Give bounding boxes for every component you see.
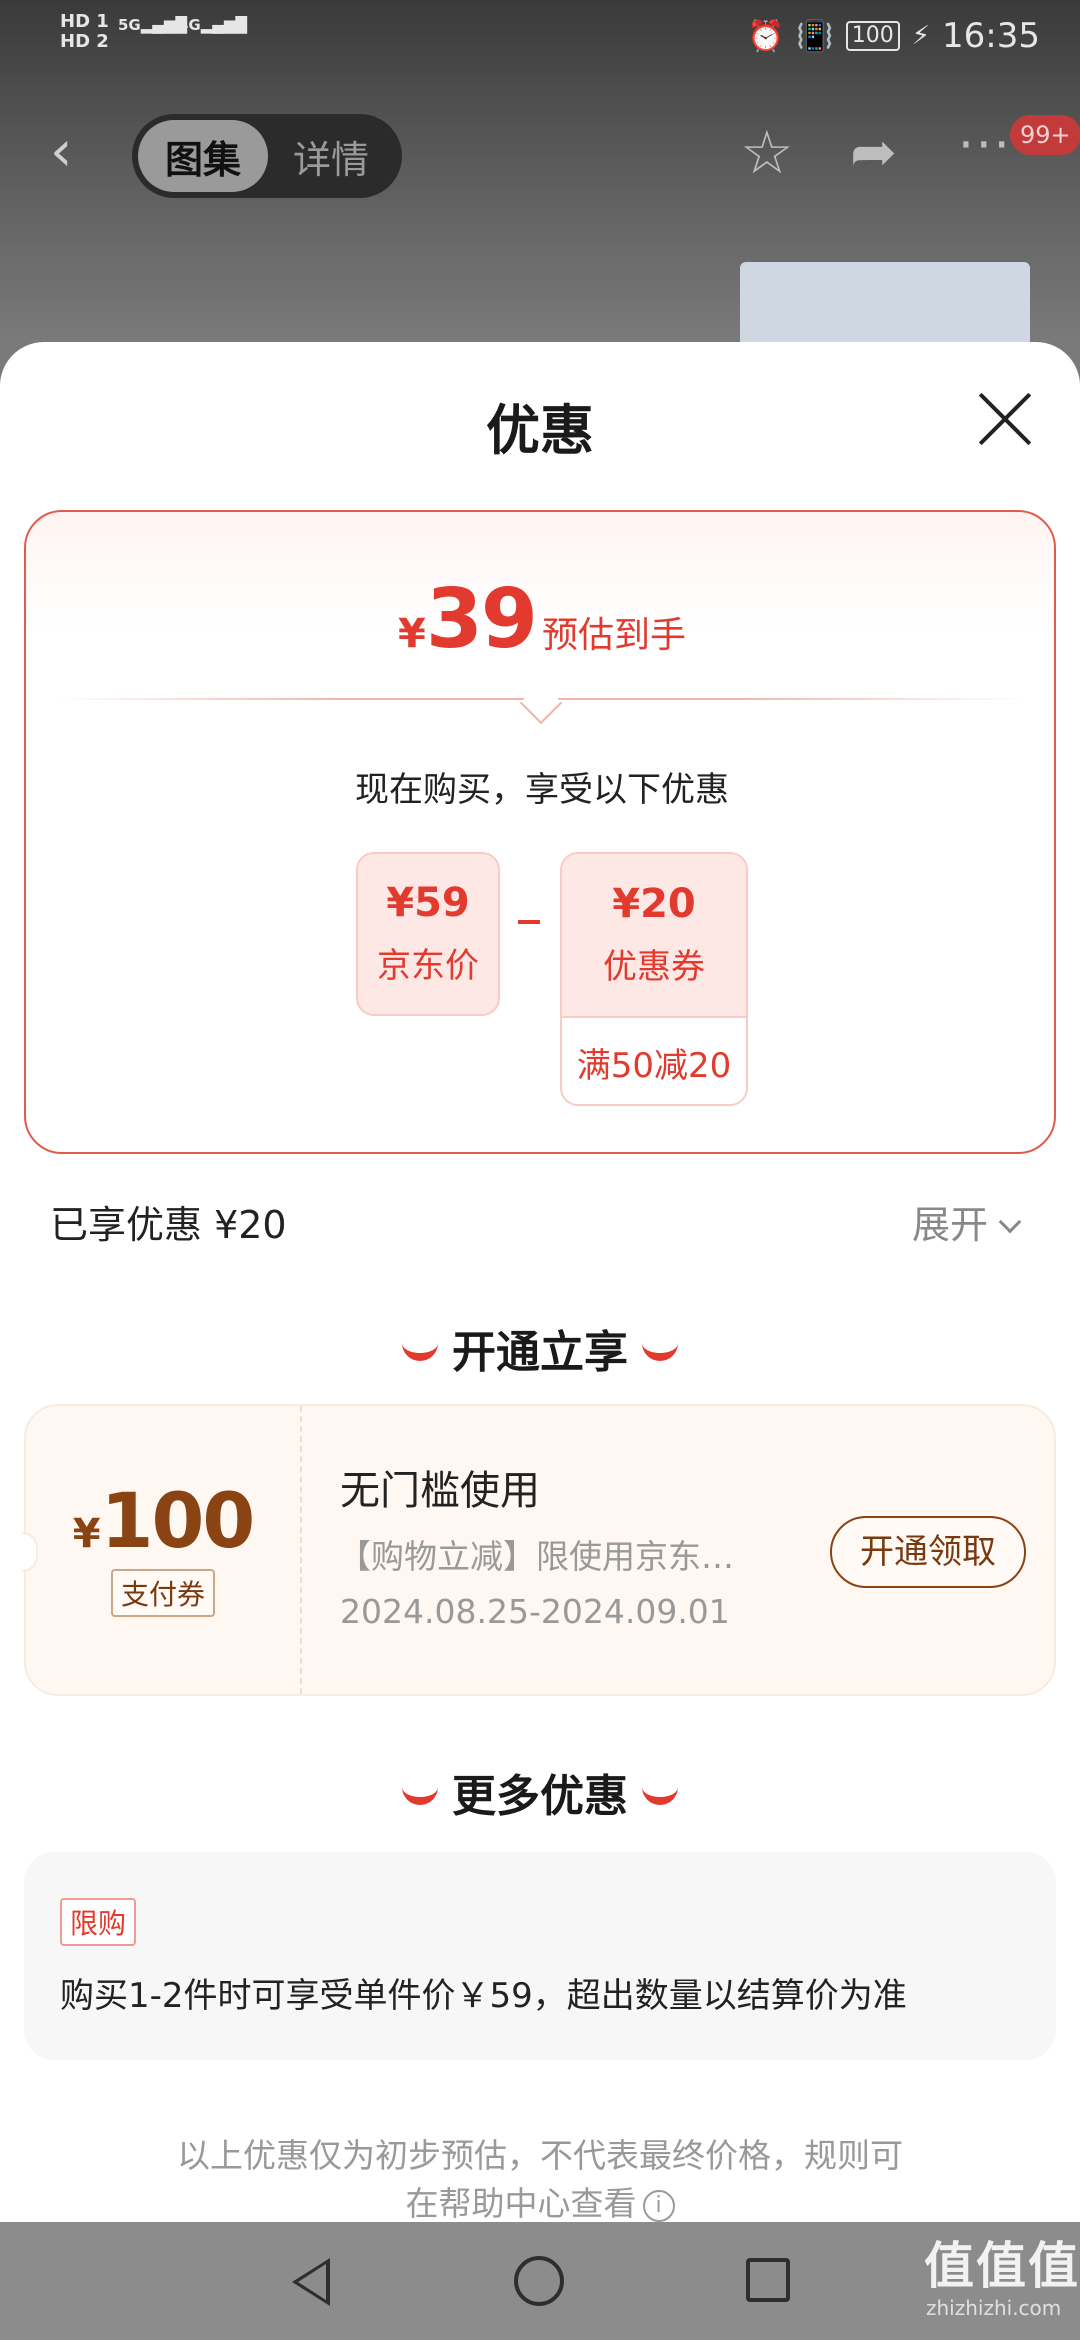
- coupon-amount: ¥20: [612, 881, 696, 927]
- nav-recent-icon[interactable]: [746, 2258, 790, 2302]
- vip-coupon-dates: 2024.08.25-2024.09.01: [340, 1592, 730, 1631]
- favorite-star-icon[interactable]: ☆: [740, 118, 794, 188]
- charging-icon: ⚡: [911, 21, 931, 51]
- help-center-link[interactable]: 在帮助中心查看: [406, 2184, 637, 2222]
- signal-5g-icon: 5G▂▄▆█: [118, 16, 187, 34]
- signal-4g-icon: 4G▂▄▆█: [178, 16, 247, 34]
- battery-icon: 100: [845, 21, 900, 51]
- coupon-box: ¥20 优惠券 满50减20: [560, 852, 748, 1106]
- vip-coupon-title: 无门槛使用: [340, 1468, 540, 1514]
- limit-text: 购买1-2件时可享受单件价￥59，超出数量以结算价为准: [60, 1976, 907, 2016]
- product-top-bar: ‹ 图集 详情 ☆ ➦ ··· 99+: [0, 110, 1080, 200]
- clock: 16:35: [942, 16, 1040, 56]
- tab-details[interactable]: 详情: [268, 129, 394, 184]
- expand-label: 展开: [912, 1203, 989, 1247]
- purchase-limit-card: 限购 购买1-2件时可享受单件价￥59，超出数量以结算价为准: [24, 1852, 1056, 2060]
- disclaimer-line1: 以上优惠仅为初步预估，不代表最终价格，规则可: [177, 2136, 903, 2175]
- hd2-indicator: HD 2: [60, 31, 109, 52]
- watermark: 值值值: [924, 2237, 1080, 2295]
- coupon-caption: 优惠券: [603, 947, 705, 987]
- buy-now-text: 现在购买，享受以下优惠: [355, 770, 729, 810]
- hd1-indicator: HD 1: [60, 11, 109, 32]
- enjoyed-discount: 已享优惠 ¥20: [50, 1203, 287, 1247]
- discount-sheet: 优惠 ¥39 预估到手 现在购买，享受以下优惠 ¥59 京东价 ¥20 优惠券 满…: [0, 342, 1080, 2222]
- section-more-header: 更多优惠: [0, 1760, 1080, 1824]
- pay-coupon-tag: 支付券: [110, 1569, 215, 1617]
- alarm-icon: ⏰: [747, 18, 785, 54]
- minus-sign: [518, 920, 540, 924]
- smile-icon: [402, 1787, 438, 1805]
- system-nav-bar: [0, 2222, 1080, 2340]
- nav-home-icon[interactable]: [514, 2256, 564, 2306]
- network-indicators: HD 1 HD 2: [60, 12, 115, 52]
- coupon-condition: 满50减20: [576, 1046, 732, 1086]
- vip-coupon-card: ¥100 支付券 无门槛使用 【购物立减】限使用京东… 2024.08.25-2…: [22, 1404, 1056, 1696]
- smile-icon: [642, 1343, 678, 1361]
- vip-coupon-amount: 100: [100, 1476, 256, 1565]
- share-icon[interactable]: ➦: [850, 118, 897, 188]
- watermark-url: zhizhizhi.com: [926, 2296, 1062, 2320]
- vibrate-icon: 📳: [796, 18, 834, 54]
- chevron-down-icon: [998, 1210, 1022, 1234]
- smile-icon: [642, 1787, 678, 1805]
- status-bar: HD 1 HD 2 5G▂▄▆█ 4G▂▄▆█ ⏰ 📳 100 ⚡ 16:35: [0, 0, 1080, 80]
- sheet-title: 优惠: [486, 399, 594, 462]
- more-dots-icon[interactable]: ···: [958, 110, 1012, 180]
- currency-symbol: ¥: [398, 611, 426, 657]
- gallery-details-switch: 图集 详情: [132, 114, 402, 198]
- nav-back-icon[interactable]: [292, 2258, 330, 2306]
- jd-price-caption: 京东价: [377, 946, 479, 986]
- open-claim-button[interactable]: 开通领取: [830, 1516, 1026, 1588]
- vip-coupon-value: ¥100 支付券: [26, 1406, 302, 1694]
- estimated-price-label: 预估到手: [541, 615, 686, 656]
- estimated-price: ¥39 预估到手: [26, 572, 1058, 667]
- back-arrow-icon[interactable]: ‹: [50, 124, 72, 180]
- message-count-badge: 99+: [1010, 115, 1080, 155]
- status-right: ⏰ 📳 100 ⚡ 16:35: [747, 16, 1040, 56]
- estimated-price-value: 39: [425, 572, 538, 667]
- jd-price-amount: ¥59: [386, 880, 470, 926]
- tab-gallery[interactable]: 图集: [138, 120, 268, 192]
- disclaimer: 以上优惠仅为初步预估，不代表最终价格，规则可 在帮助中心查看 i: [120, 2132, 960, 2222]
- expand-button[interactable]: 展开: [912, 1194, 1022, 1249]
- close-icon[interactable]: [974, 388, 1036, 450]
- jd-price-box: ¥59 京东价: [356, 852, 500, 1016]
- info-icon[interactable]: i: [642, 2189, 675, 2222]
- limit-tag: 限购: [60, 1898, 137, 1946]
- smile-icon: [402, 1343, 438, 1361]
- section-open-header: 开通立享: [0, 1316, 1080, 1380]
- estimated-price-card: ¥39 预估到手 现在购买，享受以下优惠 ¥59 京东价 ¥20 优惠券 满50减…: [24, 510, 1056, 1154]
- divider-notch: [519, 681, 563, 725]
- vip-coupon-desc: 【购物立减】限使用京东…: [338, 1537, 734, 1576]
